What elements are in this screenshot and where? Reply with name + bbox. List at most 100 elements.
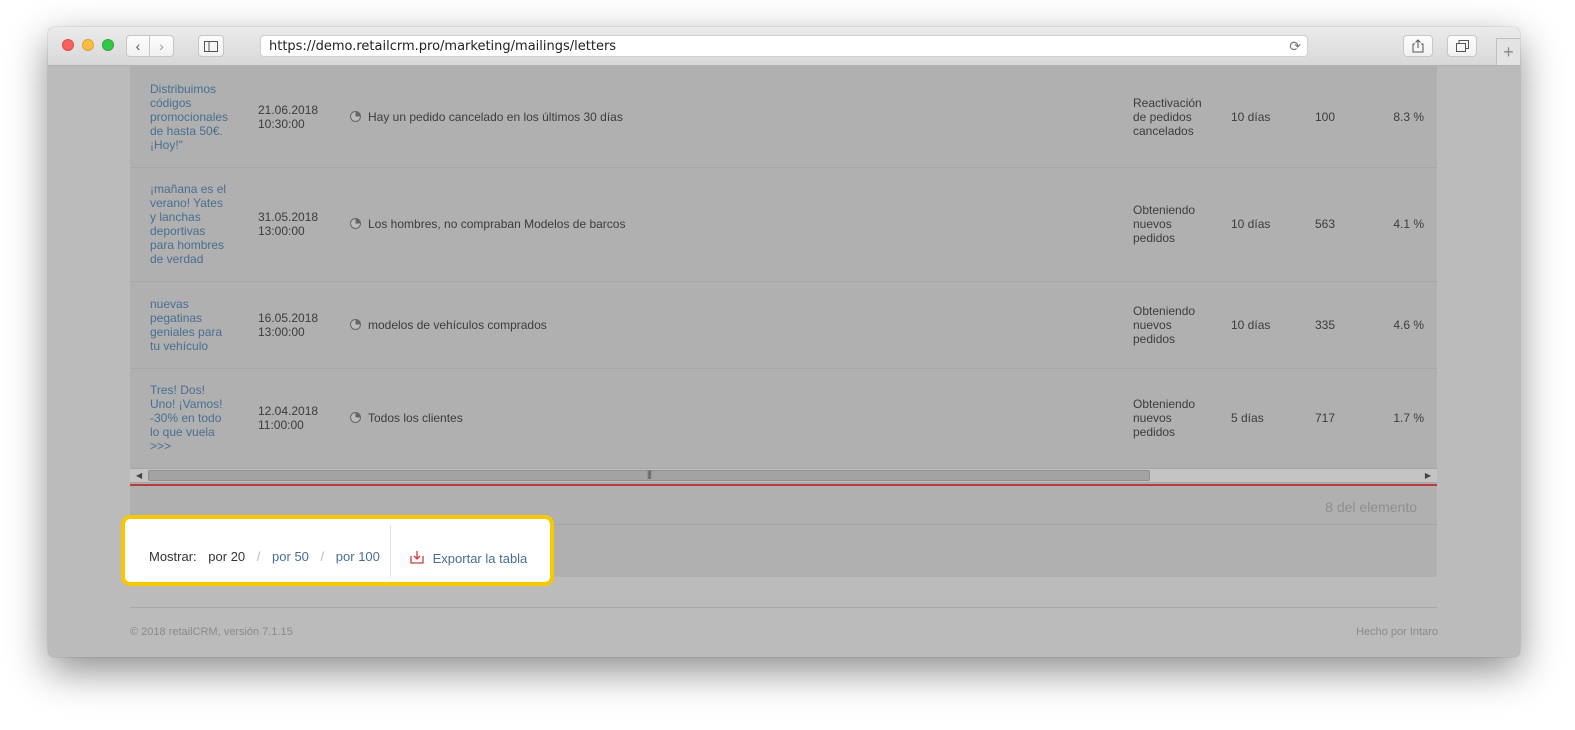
- mailing-date: 16.05.2018 13:00:00: [258, 311, 338, 339]
- mailing-goal-line: nuevos: [1133, 217, 1172, 231]
- mailing-percent: 1.7 %: [1393, 411, 1424, 425]
- vertical-divider: [390, 525, 391, 577]
- grip-icon: |||: [646, 469, 652, 479]
- mailing-goal-line: Obteniendo: [1133, 397, 1196, 411]
- mailing-title-link-line: nuevas: [150, 297, 189, 311]
- chevron-left-icon: ‹: [135, 38, 141, 54]
- segment-cell: Hay un pedido cancelado en los últimos 3…: [350, 110, 1110, 124]
- mailing-date: 31.05.2018 13:00:00: [258, 210, 338, 238]
- table-row[interactable]: Distribuimos códigos promocionales de hasta…: [130, 66, 1437, 168]
- table-bottom-border: [130, 484, 1437, 486]
- segment-name: modelos de vehículos comprados: [368, 318, 547, 332]
- export-table-label: Exportar la tabla: [432, 551, 528, 566]
- mailing-title-link[interactable]: Tres! Dos! Uno! ¡Vamos! -30% en todo lo que…: [150, 383, 234, 453]
- mailing-date: 12.04.2018 11:00:00: [258, 404, 338, 432]
- chevron-right-icon: ›: [159, 38, 164, 54]
- download-icon: [410, 551, 424, 564]
- url-text: https://demo.retailcrm.pro/marketing/mai…: [269, 39, 617, 54]
- mailing-count: 717: [1315, 411, 1336, 425]
- scroll-right-icon[interactable]: ▶: [1425, 471, 1431, 480]
- mailing-date-line: 10:30:00: [258, 117, 305, 131]
- mailing-title-link-line: geniales para: [150, 325, 223, 339]
- mailing-percent: 4.1 %: [1393, 217, 1424, 231]
- mailing-title-link-line: -30% en todo: [150, 411, 222, 425]
- mailing-goal-line: pedidos: [1133, 231, 1176, 245]
- forward-button[interactable]: ›: [150, 35, 174, 57]
- made-by-text[interactable]: Hecho por Intaro: [1356, 626, 1438, 638]
- export-table-link[interactable]: Exportar la tabla: [410, 550, 527, 566]
- mailing-percent: 8.3 %: [1393, 110, 1424, 124]
- sidebar-icon: [204, 40, 218, 52]
- mailing-goal: Reactivación de pedidos cancelados: [1133, 96, 1218, 138]
- mailing-title-link-line: de hasta 50€.: [150, 124, 223, 138]
- mailing-goal-line: de pedidos: [1133, 110, 1192, 124]
- page-size-separator: /: [320, 549, 325, 564]
- mailing-date-line: 12.04.2018: [258, 404, 319, 418]
- mailing-title-link-line: Uno! ¡Vamos!: [150, 397, 223, 411]
- mailing-title-link[interactable]: ¡mañana es el verano! Yates y lanchas depor…: [150, 182, 234, 266]
- sidebar-toggle-button[interactable]: [198, 35, 224, 57]
- mailing-title-link-line: >>>: [150, 439, 172, 453]
- segment-cell: Los hombres, no compraban Modelos de bar…: [350, 217, 1110, 231]
- close-window-button[interactable]: [62, 39, 74, 51]
- new-tab-button[interactable]: +: [1496, 38, 1520, 65]
- mailing-goal: Obteniendo nuevos pedidos: [1133, 397, 1218, 439]
- total-count: 8 del elemento: [1325, 499, 1417, 515]
- mailing-title-link[interactable]: Distribuimos códigos promocionales de hasta…: [150, 82, 234, 152]
- mailing-title-link-line: lo que vuela: [150, 425, 215, 439]
- browser-window: ‹ › https://demo.retailcrm.pro/marketing…: [48, 27, 1520, 657]
- segment-cell: Todos los clientes: [350, 411, 1110, 425]
- tabs-icon: [1455, 40, 1469, 52]
- scrollbar-thumb[interactable]: |||: [148, 469, 1150, 481]
- mailing-goal-line: nuevos: [1133, 318, 1172, 332]
- show-tabs-button[interactable]: [1447, 35, 1477, 57]
- mailing-goal-line: pedidos: [1133, 425, 1176, 439]
- mailing-date: 21.06.2018 10:30:00: [258, 103, 338, 131]
- plus-icon: +: [1503, 41, 1514, 62]
- page-content: Distribuimos códigos promocionales de hasta…: [48, 66, 1520, 657]
- mailing-date-line: 13:00:00: [258, 224, 305, 238]
- zoom-window-button[interactable]: [102, 39, 114, 51]
- browser-toolbar: ‹ › https://demo.retailcrm.pro/marketing…: [48, 27, 1520, 66]
- mailing-goal-line: pedidos: [1133, 332, 1176, 346]
- mailing-title-link-line: pegatinas: [150, 311, 203, 325]
- copyright-text: © 2018 retailCRM, versión 7.1.15: [130, 626, 293, 638]
- page-size-50-link[interactable]: por 50: [272, 549, 309, 564]
- back-button[interactable]: ‹: [126, 35, 150, 57]
- page-size-label: Mostrar:: [149, 549, 197, 564]
- share-icon: [1412, 39, 1424, 53]
- mailing-goal: Obteniendo nuevos pedidos: [1133, 203, 1218, 245]
- address-bar[interactable]: https://demo.retailcrm.pro/marketing/mai…: [260, 35, 1308, 57]
- mailing-goal: Obteniendo nuevos pedidos: [1133, 304, 1218, 346]
- mailing-goal-line: Obteniendo: [1133, 203, 1196, 217]
- reload-icon[interactable]: ⟳: [1289, 38, 1301, 55]
- table-row[interactable]: nuevas pegatinas geniales para tu vehículo 1…: [130, 281, 1437, 369]
- pager-export-box: Mostrar: por 20 / por 50 / por 100 Expor…: [121, 515, 554, 586]
- mailing-count: 335: [1315, 318, 1336, 332]
- mailing-goal-line: nuevos: [1133, 411, 1172, 425]
- scroll-left-icon[interactable]: ◀: [136, 471, 142, 480]
- page-size-100-link[interactable]: por 100: [336, 549, 380, 564]
- segment-name: Todos los clientes: [368, 411, 463, 425]
- horizontal-scrollbar[interactable]: ◀ ||| ▶: [130, 468, 1437, 483]
- mailing-title-link-line: para hombres: [150, 238, 225, 252]
- table-row[interactable]: Tres! Dos! Uno! ¡Vamos! -30% en todo lo que…: [130, 368, 1437, 469]
- mailing-title-link-line: deportivas: [150, 224, 206, 238]
- mailing-title-link[interactable]: nuevas pegatinas geniales para tu vehículo: [150, 297, 234, 353]
- mailing-title-link-line: ¡Hoy!": [150, 138, 183, 152]
- mailing-date-line: 21.06.2018: [258, 103, 319, 117]
- mailing-days: 5 días: [1231, 411, 1264, 425]
- minimize-window-button[interactable]: [82, 39, 94, 51]
- mailing-title-link-line: ¡mañana es el: [150, 182, 227, 196]
- mailing-goal-line: Reactivación: [1133, 96, 1202, 110]
- share-button[interactable]: [1403, 35, 1433, 57]
- page-size-selector: Mostrar: por 20 / por 50 / por 100: [149, 549, 380, 564]
- mailing-title-link-line: Distribuimos: [150, 82, 217, 96]
- mailing-date-line: 11:00:00: [258, 418, 304, 432]
- page-size-separator: /: [256, 549, 261, 564]
- mailing-date-line: 31.05.2018: [258, 210, 319, 224]
- pie-chart-icon: [350, 218, 361, 229]
- mailing-goal-line: cancelados: [1133, 124, 1194, 138]
- mailing-count: 563: [1315, 217, 1336, 231]
- table-row[interactable]: ¡mañana es el verano! Yates y lanchas depor…: [130, 167, 1437, 282]
